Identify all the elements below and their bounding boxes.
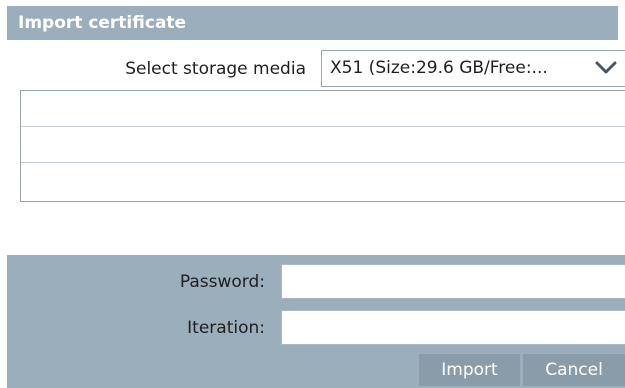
storage-media-row: Select storage media X51 (Size:29.6 GB/F… [0,50,625,88]
import-certificate-dialog: Import certificate Select storage media … [0,0,625,388]
cancel-button[interactable]: Cancel [523,354,625,386]
certificate-file-list[interactable] [20,90,625,202]
list-item[interactable] [21,127,625,163]
storage-media-label: Select storage media [125,59,306,79]
chevron-down-icon [595,61,617,74]
import-button[interactable]: Import [419,354,520,386]
password-field[interactable] [281,264,625,299]
credentials-panel: Password: Iteration: Import Cancel [7,255,625,388]
iteration-label: Iteration: [187,318,265,338]
list-item[interactable] [21,163,625,199]
storage-media-selected-value: X51 (Size:29.6 GB/Free:... [330,58,548,78]
password-label: Password: [179,272,265,292]
iteration-field[interactable] [281,310,625,345]
storage-media-dropdown[interactable]: X51 (Size:29.6 GB/Free:... [321,50,625,87]
list-item[interactable] [21,91,625,127]
dialog-title: Import certificate [7,6,618,40]
